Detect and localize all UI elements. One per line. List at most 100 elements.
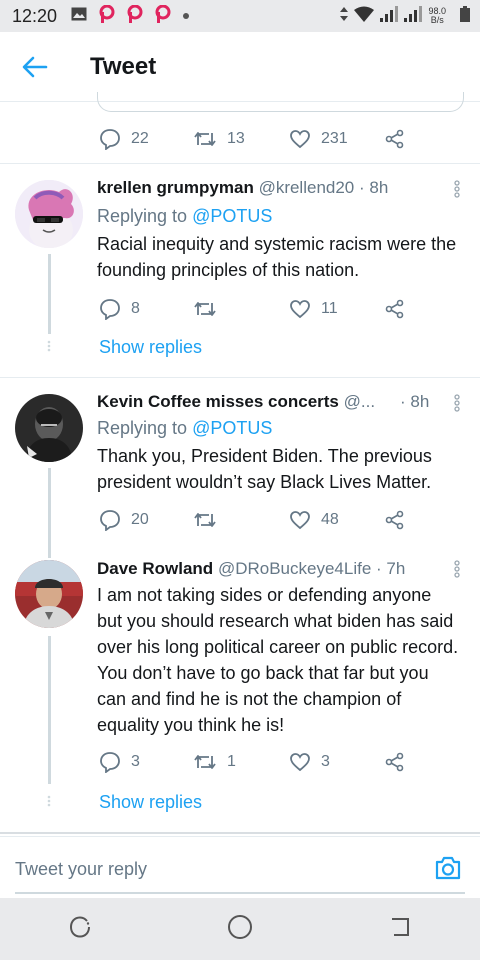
avatar[interactable]: [15, 180, 83, 248]
tweet-time: · 7h: [376, 559, 406, 578]
quoted-tweet-card[interactable]: [97, 92, 464, 112]
retweet-count: 13: [227, 130, 245, 147]
share-button[interactable]: [385, 752, 405, 772]
home-circle-icon: [227, 914, 252, 939]
wifi-icon: [354, 6, 375, 27]
share-icon: [385, 129, 404, 149]
reply-button[interactable]: 3: [99, 751, 193, 773]
system-nav-bar: [0, 898, 480, 960]
back-nav-icon: [392, 917, 410, 936]
share-button[interactable]: [385, 299, 405, 319]
thread-line: [48, 548, 51, 558]
reply-tweet[interactable]: Kevin Coffee misses concerts @... · 8h R…: [0, 378, 480, 548]
thread-line: [48, 254, 51, 334]
heart-icon: [290, 511, 310, 530]
like-button[interactable]: 3: [289, 752, 385, 772]
reply-input-underline: [15, 892, 465, 894]
replying-to-prefix: Replying to: [97, 206, 188, 226]
heart-icon: [290, 300, 310, 319]
user-handle: @DRoBuckeye4Life: [217, 559, 372, 578]
like-button[interactable]: 231: [289, 129, 385, 149]
tweet-header: krellen grumpyman @krellend20 · 8h: [97, 177, 460, 199]
replying-to: Replying to @POTUS: [97, 203, 460, 229]
reply-button[interactable]: 22: [99, 128, 193, 150]
retweet-icon: [194, 302, 216, 316]
arrow-left-icon: [22, 56, 48, 77]
p-app-icon: [155, 4, 171, 28]
reply-count: 8: [131, 300, 140, 317]
comment-icon: [100, 510, 120, 531]
back-button[interactable]: [10, 42, 60, 92]
replying-to-prefix: Replying to: [97, 418, 188, 438]
retweet-icon: [194, 132, 216, 146]
compose-reply-bar: Tweet your reply: [0, 836, 480, 898]
more-options-icon[interactable]: [454, 394, 460, 412]
tweet-text: Thank you, President Biden. The previous…: [97, 446, 432, 492]
notification-dot-icon: [183, 13, 190, 19]
share-button[interactable]: [385, 510, 405, 530]
tweet-header: Kevin Coffee misses concerts @...: [97, 391, 412, 413]
retweet-icon: [194, 513, 216, 527]
replying-to: Replying to @POTUS: [97, 415, 460, 441]
reply-tweet[interactable]: krellen grumpyman @krellend20 · 8h Reply…: [0, 164, 480, 377]
display-name[interactable]: krellen grumpyman: [97, 178, 254, 197]
retweet-button[interactable]: 1: [193, 752, 289, 772]
comment-icon: [100, 752, 120, 773]
reply-input[interactable]: Tweet your reply: [15, 859, 147, 880]
tweet-header: Dave Rowland @DRoBuckeye4Life · 7h: [97, 558, 460, 580]
p-app-icon: [99, 4, 115, 28]
thread-dots: [47, 340, 51, 352]
status-bar: 12:20 98.0 B/s: [0, 0, 480, 32]
back-nav-button[interactable]: [388, 916, 412, 943]
like-count: 11: [321, 300, 338, 317]
p-app-icon: [127, 4, 143, 28]
avatar[interactable]: [15, 394, 83, 462]
avatar[interactable]: [15, 560, 83, 628]
reply-button[interactable]: 20: [99, 509, 193, 531]
recent-apps-icon: [69, 915, 90, 938]
page-title: Tweet: [90, 52, 157, 80]
recent-apps-button[interactable]: [68, 915, 92, 944]
like-button[interactable]: 11: [289, 299, 385, 319]
like-count: 48: [321, 511, 339, 528]
network-speed: 98.0 B/s: [428, 7, 446, 25]
show-replies-link[interactable]: Show replies: [99, 337, 202, 358]
camera-icon: [435, 856, 461, 880]
user-handle: @krellend20: [258, 178, 355, 197]
main-tweet-actions: 22 13 231: [0, 92, 480, 164]
signal-icon: [380, 5, 399, 27]
tweet-text: Racial inequity and systemic racism were…: [97, 234, 457, 280]
retweet-icon: [194, 755, 216, 769]
share-icon: [385, 299, 404, 319]
battery-icon: [460, 5, 470, 27]
retweet-button[interactable]: 13: [193, 129, 289, 149]
mention-link[interactable]: @POTUS: [192, 206, 272, 226]
like-button[interactable]: 48: [289, 510, 385, 530]
comment-icon: [100, 129, 120, 150]
mention-link[interactable]: @POTUS: [192, 418, 272, 438]
tweet-time: · 8h: [359, 178, 389, 197]
camera-button[interactable]: [434, 855, 462, 883]
retweet-count: 1: [227, 753, 236, 770]
show-replies-link[interactable]: Show replies: [99, 792, 202, 813]
thread-line: [48, 636, 51, 784]
reply-button[interactable]: 8: [99, 298, 193, 320]
display-name[interactable]: Dave Rowland: [97, 559, 213, 578]
heart-icon: [290, 753, 310, 772]
comment-icon: [100, 299, 120, 320]
image-icon: [71, 7, 87, 26]
more-options-icon[interactable]: [454, 180, 460, 198]
home-button[interactable]: [227, 914, 253, 945]
reply-count: 20: [131, 511, 149, 528]
retweet-button[interactable]: [193, 510, 289, 530]
more-options-icon[interactable]: [454, 560, 460, 578]
reply-tweet[interactable]: Dave Rowland @DRoBuckeye4Life · 7h I am …: [0, 548, 480, 832]
thread-line: [48, 468, 51, 548]
reply-count: 22: [131, 130, 149, 147]
display-name[interactable]: Kevin Coffee misses concerts: [97, 392, 339, 411]
share-button[interactable]: [385, 129, 405, 149]
share-icon: [385, 752, 404, 772]
retweet-button[interactable]: [193, 299, 289, 319]
signal-icon: [404, 5, 423, 27]
status-time: 12:20: [12, 5, 58, 26]
